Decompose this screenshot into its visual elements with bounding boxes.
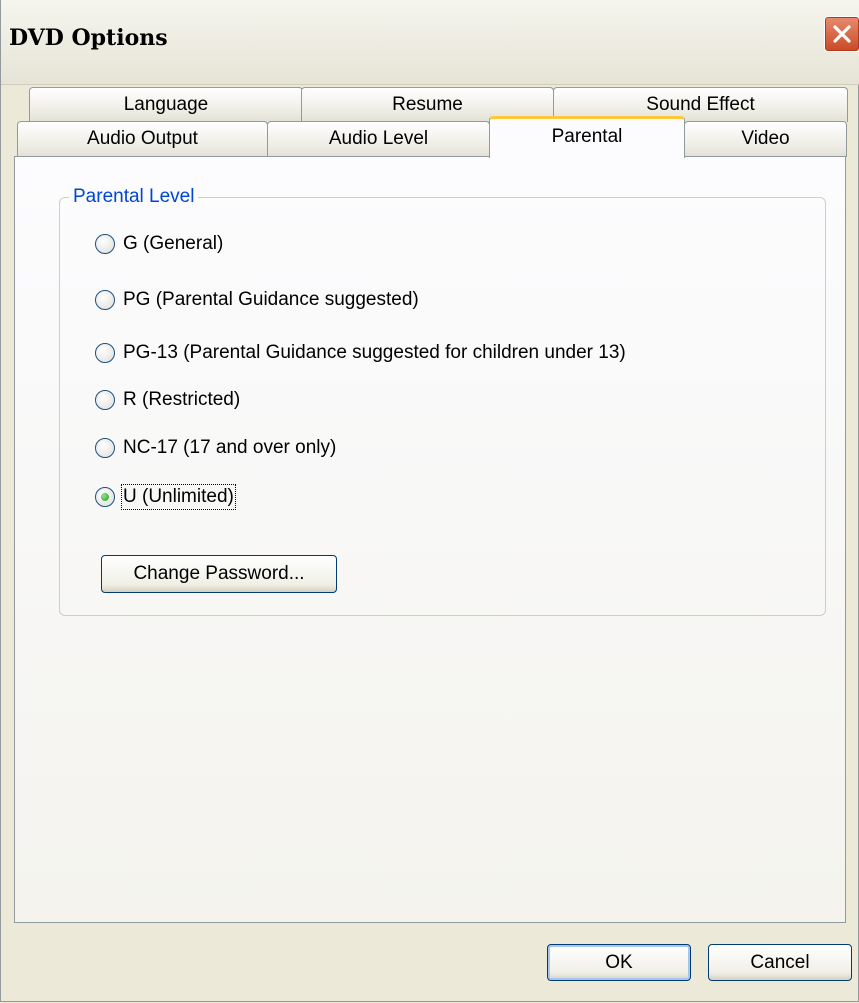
title-bar[interactable]: DVD Options: [1, 0, 859, 85]
change-password-button[interactable]: Change Password...: [101, 555, 337, 593]
radio-dot-icon: [101, 493, 109, 501]
radio-button-icon[interactable]: [95, 343, 115, 363]
tab-parental[interactable]: Parental: [489, 116, 685, 158]
radio-pg-13[interactable]: PG-13 (Parental Guidance suggested for c…: [95, 339, 626, 367]
tab-label: Audio Level: [328, 128, 429, 149]
tab-label: Sound Effect: [646, 94, 755, 115]
window-title: DVD Options: [9, 25, 168, 51]
radio-label: PG (Parental Guidance suggested): [123, 289, 419, 310]
close-icon: [833, 25, 851, 43]
radio-label: G (General): [123, 233, 224, 254]
radio-label: PG-13 (Parental Guidance suggested for c…: [123, 342, 626, 363]
radio-button-icon[interactable]: [95, 290, 115, 310]
tab-label: Video: [741, 128, 790, 149]
radio-button-icon[interactable]: [95, 438, 115, 458]
tab-label: Resume: [392, 94, 463, 115]
radio-button-icon[interactable]: [95, 234, 115, 254]
radio-label: R (Restricted): [123, 389, 241, 410]
tab-label: Parental: [551, 126, 623, 147]
cancel-button[interactable]: Cancel: [708, 944, 852, 981]
tab-panel-parental: Parental Level G (General) PG (Parental …: [14, 156, 846, 923]
radio-r[interactable]: R (Restricted): [95, 386, 240, 414]
radio-g[interactable]: G (General): [95, 230, 223, 258]
dvd-options-dialog: DVD Options Language Resume Sound Effect…: [0, 0, 859, 1002]
radio-u[interactable]: U (Unlimited): [95, 483, 236, 511]
tab-language[interactable]: Language: [29, 87, 303, 122]
radio-button-icon[interactable]: [95, 390, 115, 410]
tab-audio-output[interactable]: Audio Output: [17, 121, 268, 157]
tab-label: Audio Output: [87, 128, 198, 149]
radio-pg[interactable]: PG (Parental Guidance suggested): [95, 286, 419, 314]
ok-button[interactable]: OK: [547, 944, 691, 981]
tab-audio-level[interactable]: Audio Level: [267, 121, 490, 157]
radio-label: U (Unlimited): [121, 484, 236, 510]
tab-video[interactable]: Video: [684, 121, 847, 157]
tab-label: Language: [123, 94, 209, 115]
radio-button-checked-icon[interactable]: [95, 487, 115, 507]
close-button[interactable]: [824, 16, 859, 52]
radio-nc-17[interactable]: NC-17 (17 and over only): [95, 434, 336, 462]
radio-label: NC-17 (17 and over only): [123, 437, 337, 458]
group-label: Parental Level: [69, 186, 199, 208]
